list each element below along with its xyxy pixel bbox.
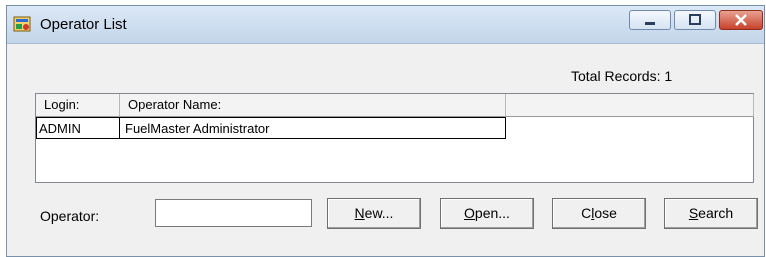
window-title: Operator List [40, 16, 127, 33]
total-records: Total Records: 1 [571, 68, 673, 84]
close-button[interactable]: Close [552, 198, 646, 229]
maximize-icon [689, 14, 701, 25]
minimize-button[interactable] [629, 10, 671, 30]
open-accel: O [464, 205, 475, 221]
operator-label: Operator: [40, 208, 100, 224]
open-label: pen... [474, 205, 510, 221]
column-header-operator-name[interactable]: Operator Name: [120, 94, 506, 117]
operator-table[interactable]: Login: Operator Name: ADMIN FuelMaster A… [35, 93, 754, 183]
close-pre: C [581, 205, 592, 221]
search-label: earch [698, 205, 734, 221]
column-header-blank [506, 94, 754, 117]
new-button[interactable]: New... [327, 198, 421, 229]
maximize-button[interactable] [674, 10, 716, 30]
minimize-icon [645, 22, 655, 25]
close-label: ose [594, 205, 617, 221]
cell-separator [119, 118, 120, 138]
new-accel: N [354, 205, 365, 221]
close-icon [735, 14, 747, 26]
cell-login: ADMIN [39, 121, 81, 136]
title-bar[interactable]: Operator List [7, 6, 764, 44]
search-button[interactable]: Search [664, 198, 758, 229]
new-label: ew... [364, 205, 394, 221]
cell-operator-name: FuelMaster Administrator [125, 121, 270, 136]
operator-list-app-icon [13, 14, 33, 34]
operator-input[interactable] [155, 199, 312, 227]
operator-list-window: Operator List Total Records: 1 Login: Op… [6, 5, 765, 257]
table-row[interactable]: ADMIN FuelMaster Administrator [36, 117, 506, 139]
close-window-button[interactable] [719, 10, 763, 30]
open-button[interactable]: Open... [440, 198, 534, 229]
search-accel: S [688, 205, 699, 221]
column-header-login[interactable]: Login: [36, 94, 120, 117]
